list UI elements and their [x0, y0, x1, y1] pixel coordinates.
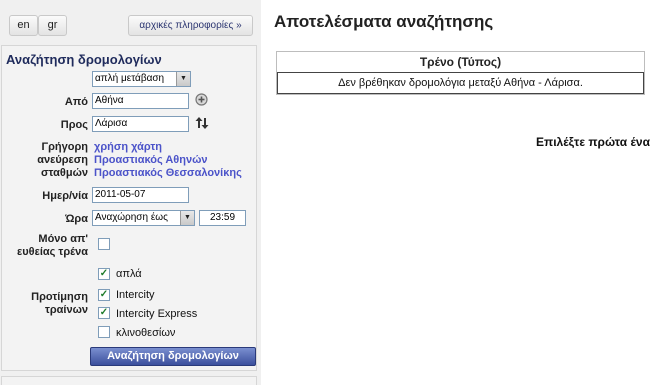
train-type-label: κλινοθεσίων — [116, 327, 176, 339]
quick-find-label: Γρήγορη ανεύρεση σταθμών — [2, 141, 88, 180]
train-type-label: Intercity Express — [116, 308, 198, 320]
chevron-down-icon: ▼ — [180, 211, 194, 225]
search-button[interactable]: Αναζήτηση δρομολογίων — [90, 347, 256, 366]
time-input[interactable]: 23:59 — [199, 210, 246, 226]
train-type-checkbox[interactable]: ✓ — [98, 268, 110, 280]
direct-trains-checkbox[interactable] — [98, 238, 110, 250]
train-preference-label-line: τραίνων — [44, 304, 88, 316]
swap-arrows-icon[interactable] — [195, 116, 209, 130]
train-type-checkbox[interactable]: ✓ — [98, 307, 110, 319]
trip-type-value: απλή μετάβαση — [95, 73, 165, 84]
map-link-thessaloniki-suburban[interactable]: Προαστιακός Θεσσαλονίκης — [94, 167, 242, 180]
direct-trains-label: Μόνο απ' ευθείας τρένα — [2, 233, 88, 259]
date-label: Ημερ/νία — [42, 190, 88, 202]
panel-title: Αναζήτηση δρομολογίων — [6, 52, 162, 67]
start-info-button[interactable]: αρχικές πληροφορίες » — [128, 15, 253, 36]
results-title: Αποτελέσματα αναζήτησης — [274, 12, 494, 31]
time-label: Ώρα — [65, 213, 88, 225]
no-results-message: Δεν βρέθηκαν δρομολόγια μεταξύ Αθήνα - Λ… — [277, 72, 644, 94]
from-input[interactable]: Αθήνα — [92, 93, 189, 109]
direct-trains-label-line: Μόνο απ' — [38, 233, 88, 245]
train-preference-label: Προτίμηση τραίνων — [2, 291, 88, 317]
map-link-use-map[interactable]: χρήση χάρτη — [94, 141, 162, 154]
lang-gr-button[interactable]: gr — [38, 15, 67, 36]
map-link-athens-suburban[interactable]: Προαστιακός Αθηνών — [94, 154, 207, 167]
lower-panel — [1, 376, 257, 385]
train-type-checkbox[interactable]: ✓ — [98, 289, 110, 301]
lang-en-button[interactable]: en — [9, 15, 38, 36]
train-type-label: απλά — [116, 268, 142, 280]
search-panel: Αναζήτηση δρομολογίων απλή μετάβαση ▼ Απ… — [1, 45, 257, 371]
train-type-label: Intercity — [116, 289, 155, 301]
to-label: Προς — [60, 119, 88, 131]
train-type-checkbox[interactable] — [98, 326, 110, 338]
train-type-column-header: Τρένο (Τύπος) — [419, 55, 502, 69]
left-column: en gr αρχικές πληροφορίες » Αναζήτηση δρ… — [0, 0, 261, 385]
time-mode-select[interactable]: Αναχώρηση έως ▼ — [92, 210, 195, 226]
chevron-down-icon: ▼ — [176, 72, 190, 86]
quick-find-label-line: Γρήγορη — [41, 141, 89, 153]
date-input[interactable]: 2011-05-07 — [92, 187, 189, 203]
train-preference-label-line: Προτίμηση — [31, 291, 88, 303]
time-mode-value: Αναχώρηση έως — [95, 212, 168, 223]
results-table: Τρένο (Τύπος) Δεν βρέθηκαν δρομολόγια με… — [276, 51, 645, 95]
quick-find-label-line: σταθμών — [41, 167, 88, 179]
select-first-message: Επιλέξτε πρώτα ένα — [536, 135, 650, 149]
trip-type-select[interactable]: απλή μετάβαση ▼ — [92, 71, 191, 87]
from-label: Από — [64, 96, 88, 108]
direct-trains-label-line: ευθείας τρένα — [17, 246, 88, 258]
to-input[interactable]: Λάρισα — [92, 116, 189, 132]
quick-find-label-line: ανεύρεση — [37, 154, 88, 166]
plus-circle-icon[interactable] — [195, 93, 208, 106]
